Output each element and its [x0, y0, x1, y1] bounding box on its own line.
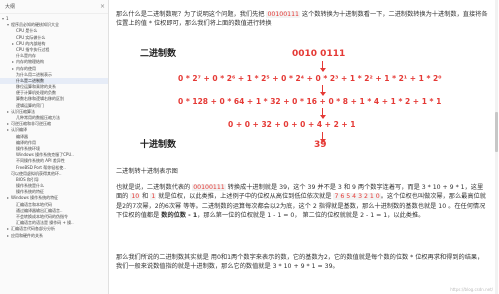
outline-item-label: 操作系统是什么 [16, 183, 44, 189]
text: 也就是说，二进制数代表的 [116, 184, 193, 191]
text: 就是位权，以此类推，上述例子中的位权从高位到低位依次就是 [156, 193, 334, 201]
weight-expansion: 0 * 128 + 0 * 64 + 1 * 32 + 0 * 16 + 0 *… [178, 97, 442, 106]
inline-code: 7 6 5 4 3 2 1 0 [333, 193, 381, 201]
binary-value: 0010 0111 [292, 49, 346, 59]
outline-item-label: 内存的使用 [16, 65, 36, 71]
text: 那么什么是二进制数呢？为了说明这个问题，我们先把 [116, 11, 267, 18]
outline-item-label: 为什么用二进制表示 [16, 71, 52, 77]
scrollbar[interactable] [495, 0, 498, 294]
document-content: 那么什么是二进制数呢？为了说明这个问题，我们先把 00100111 这个数转换为… [116, 0, 494, 294]
outline-item-label: 便于计算机处理的负数 [16, 90, 56, 96]
arrow-icon [318, 108, 328, 119]
sum-expansion: 0 + 0 + 32 + 0 + 0 + 4 + 2 + 1 [228, 120, 356, 129]
outline-list: ▾ 1 ▾ 程序员必知的硬核知识大全 CPU 是什么 CPU 实际做什么 ▸ CPU 的内部结… [0, 14, 108, 239]
binary-label: 二进制数 [140, 49, 177, 59]
outline-sidebar: 大纲 × ▾ 1 ▾ 程序员必知的硬核知识大全 CPU 是什么 CPU 实际做什么 ▸ CPU… [0, 0, 109, 294]
arrow-icon [318, 85, 328, 96]
outline-item-label: 可逆压缩和非可逆压缩 [11, 121, 51, 127]
decimal-result: 39 [314, 140, 327, 150]
outline-item-label: 内存的物理结构 [16, 59, 44, 65]
outline-item-label: 汇编语言和本地代码 [16, 201, 52, 207]
outline-item-label: 1 [6, 16, 9, 21]
bold-text: 数的位数 - 1 [161, 211, 198, 219]
outline-title: 大纲 [5, 4, 16, 10]
outline-item-label: Windows 操作系统克服了CPU.. [16, 152, 74, 158]
outline-item-label: CPU 是什么 [16, 28, 38, 34]
explanation-paragraph: 也就是说，二进制数代表的 00100111 转换成十进制就是 39，这个 39 … [116, 183, 488, 220]
outline-item-label: 什么是二进制数 [16, 77, 44, 83]
outline-item-label: 不会转换成本地代码的伪指令 [16, 214, 68, 219]
outline-item-label: Windows 操作系统的特征 [11, 195, 59, 201]
outline-item-label: 什么是内存 [16, 53, 36, 59]
outline-item-label: 移位运算和乘除的关系 [16, 84, 56, 90]
close-icon[interactable]: × [100, 3, 105, 10]
inline-code: 10 [130, 193, 141, 201]
arrow-icon [318, 61, 328, 72]
scrollbar-thumb[interactable] [495, 112, 498, 152]
outline-item-label: 编译的作用 [16, 139, 36, 145]
outline-item-label: 几种常用的数据压缩方法 [16, 115, 60, 120]
inline-code: 00100111 [192, 184, 226, 191]
outline-item-label: 操作系统的特征 [16, 189, 44, 195]
outline-item-label: 逻辑运算的窍门 [16, 102, 44, 108]
outline-item-label: CPU 的内部结构 [16, 40, 46, 46]
intro-paragraph: 那么什么是二进制数呢？为了说明这个问题，我们先把 00100111 这个数转换为… [116, 10, 488, 29]
summary-paragraph: 那么我们所说的二进制数其实就是 用0和1两个数字来表示的数，它的基数为2，它的数… [116, 254, 484, 271]
decimal-label: 十进制数 [140, 140, 177, 150]
outline-item-label: 应用和硬件的关系 [11, 232, 43, 238]
outline-item-label: 不同操作系统的 API 差异性 [16, 158, 65, 164]
outline-item-label: 编译器 [16, 133, 28, 139]
inline-code: 00100111 [266, 11, 300, 18]
text: 和 [140, 193, 151, 201]
watermark: https://blog.csdn.net/ [450, 287, 493, 292]
text: ，那么第一位的位权就是 1 - 1 = 0， 第二位的位权就就是 2 - 1 =… [197, 211, 425, 219]
outline-item-label: 程序员必知的硬核知识大全 [11, 22, 59, 28]
outline-item-label: 认识压缩算法 [11, 108, 35, 114]
outline-item-label: 汇编语言代码各部分分析 [11, 226, 55, 232]
outline-item-label: 通过编译器输出汇编语言.. [16, 207, 63, 213]
outline-item-label: 汇编语言的语法是 操作码 + 操.. [16, 220, 74, 226]
outline-item-label: BIOS 和引导 [16, 176, 39, 182]
outline-item-label: 认识编译 [11, 127, 27, 133]
figure-caption: 二进制转十进制表示图 [116, 168, 178, 175]
outline-item-label: 可以使用虚拟机获得其他环.. [11, 170, 62, 176]
outline-item-label: 算数右移和逻辑右移的区别 [16, 96, 64, 102]
outline-item-label: FreeBSD Port 帮你轻松使.. [16, 164, 66, 170]
power-expansion: 0 * 2⁷ + 0 * 2⁶ + 1 * 2⁵ + 0 * 2⁴ + 0 * … [178, 74, 442, 83]
outline-item-label: CPU 指令执行过程 [16, 46, 50, 52]
outline-item[interactable]: ▸ 应用和硬件的关系 [0, 233, 108, 239]
outline-item-label: 操作系统环境 [16, 145, 40, 151]
outline-item-label: CPU 实际做什么 [16, 34, 46, 40]
document-viewer: 大纲 × ▾ 1 ▾ 程序员必知的硬核知识大全 CPU 是什么 CPU 实际做什么 ▸ CPU… [0, 0, 499, 294]
outline-header: 大纲 × [0, 0, 108, 14]
